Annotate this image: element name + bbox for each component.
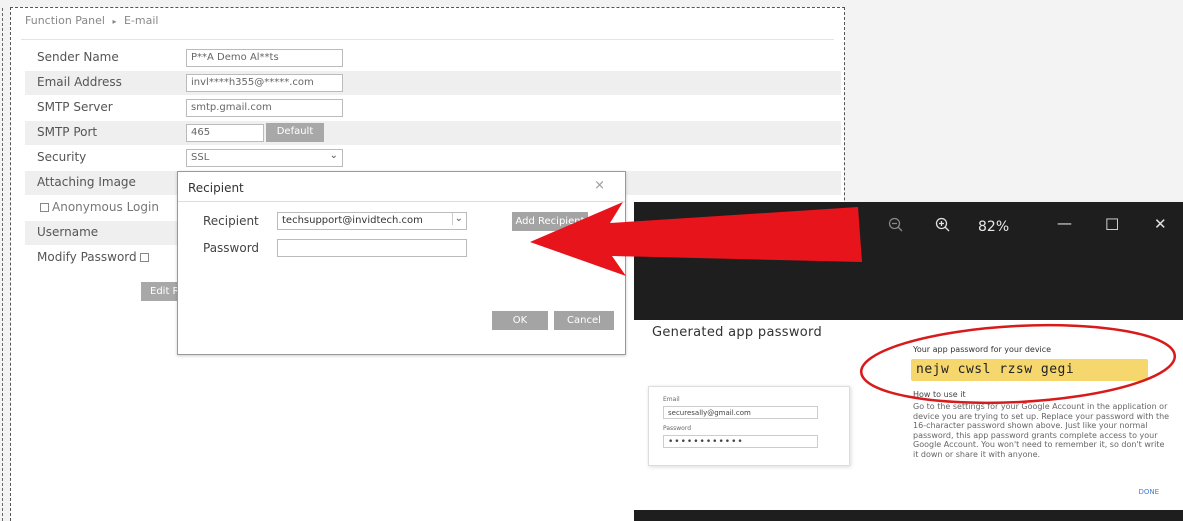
email-address-input[interactable]: invl****h355@*****.com (186, 74, 343, 92)
row-security: Security SSL ⌄ (25, 146, 841, 170)
outer-dashed-border (2, 8, 3, 521)
row-sender-name: Sender Name P**A Demo Al**ts (25, 46, 841, 70)
done-button: DONE (1138, 488, 1159, 496)
attaching-image-label: Attaching Image (37, 175, 136, 189)
red-highlight-ellipse (859, 323, 1177, 405)
security-value: SSL (191, 152, 210, 163)
minimize-icon[interactable]: — (1057, 214, 1072, 232)
chevron-down-icon: ⌄ (451, 213, 463, 225)
chevron-down-icon: ⌄ (329, 150, 338, 161)
instructions-text: Go to the settings for your Google Accou… (913, 402, 1170, 459)
username-label: Username (37, 225, 99, 239)
zoom-out-icon[interactable] (888, 217, 904, 237)
recipient-select[interactable]: techsupport@invidtech.com ⌄ (277, 212, 467, 230)
email-address-label: Email Address (37, 75, 122, 89)
row-smtp-server: SMTP Server smtp.gmail.com (25, 96, 841, 120)
close-icon[interactable]: × (594, 178, 605, 193)
breadcrumb: Function Panel ▸ E-mail (25, 14, 158, 27)
security-select[interactable]: SSL ⌄ (186, 149, 343, 167)
anonymous-login-option[interactable]: Anonymous Login (37, 200, 159, 214)
row-smtp-port: SMTP Port 465 Default (25, 121, 841, 145)
smtp-port-input[interactable]: 465 (186, 124, 264, 142)
smtp-port-label: SMTP Port (37, 125, 98, 139)
cancel-button[interactable]: Cancel (554, 311, 614, 330)
password-input[interactable] (277, 239, 467, 257)
recipient-label: Recipient (203, 214, 259, 228)
breadcrumb-current: E-mail (123, 14, 159, 27)
modify-password-option[interactable]: Modify Password (37, 250, 152, 264)
smtp-server-label: SMTP Server (37, 100, 113, 114)
password-label: Password (663, 425, 692, 432)
generated-password-title: Generated app password (652, 325, 823, 340)
dialog-title: Recipient (188, 181, 244, 195)
ok-button[interactable]: OK (492, 311, 548, 330)
default-port-button[interactable]: Default (266, 123, 324, 142)
anonymous-login-checkbox[interactable] (40, 203, 49, 212)
modify-password-label: Modify Password (37, 250, 137, 264)
red-arrow-icon (530, 202, 862, 276)
anonymous-login-label: Anonymous Login (52, 200, 159, 214)
email-label: Email (663, 396, 680, 403)
modify-password-checkbox[interactable] (139, 253, 149, 262)
security-label: Security (37, 150, 87, 164)
zoom-level: 82% (978, 219, 1010, 235)
breadcrumb-separator-icon: ▸ (112, 17, 117, 26)
breadcrumb-root[interactable]: Function Panel (25, 14, 105, 27)
app-password-screenshot: Generated app password Email securesally… (634, 320, 1183, 510)
smtp-server-input[interactable]: smtp.gmail.com (186, 99, 343, 117)
password-label: Password (203, 241, 260, 255)
email-field: securesally@gmail.com (663, 406, 818, 419)
row-email-address: Email Address invl****h355@*****.com (25, 71, 841, 95)
recipient-value: techsupport@invidtech.com (282, 215, 423, 226)
close-icon[interactable]: ✕ (1154, 215, 1167, 233)
sender-name-label: Sender Name (37, 50, 119, 64)
login-card: Email securesally@gmail.com Password •••… (648, 386, 850, 466)
sender-name-input[interactable]: P**A Demo Al**ts (186, 49, 343, 67)
maximize-icon[interactable]: ☐ (1105, 215, 1119, 234)
divider (21, 39, 834, 40)
password-field: •••••••••••• (663, 435, 818, 448)
zoom-in-icon[interactable] (935, 217, 951, 237)
